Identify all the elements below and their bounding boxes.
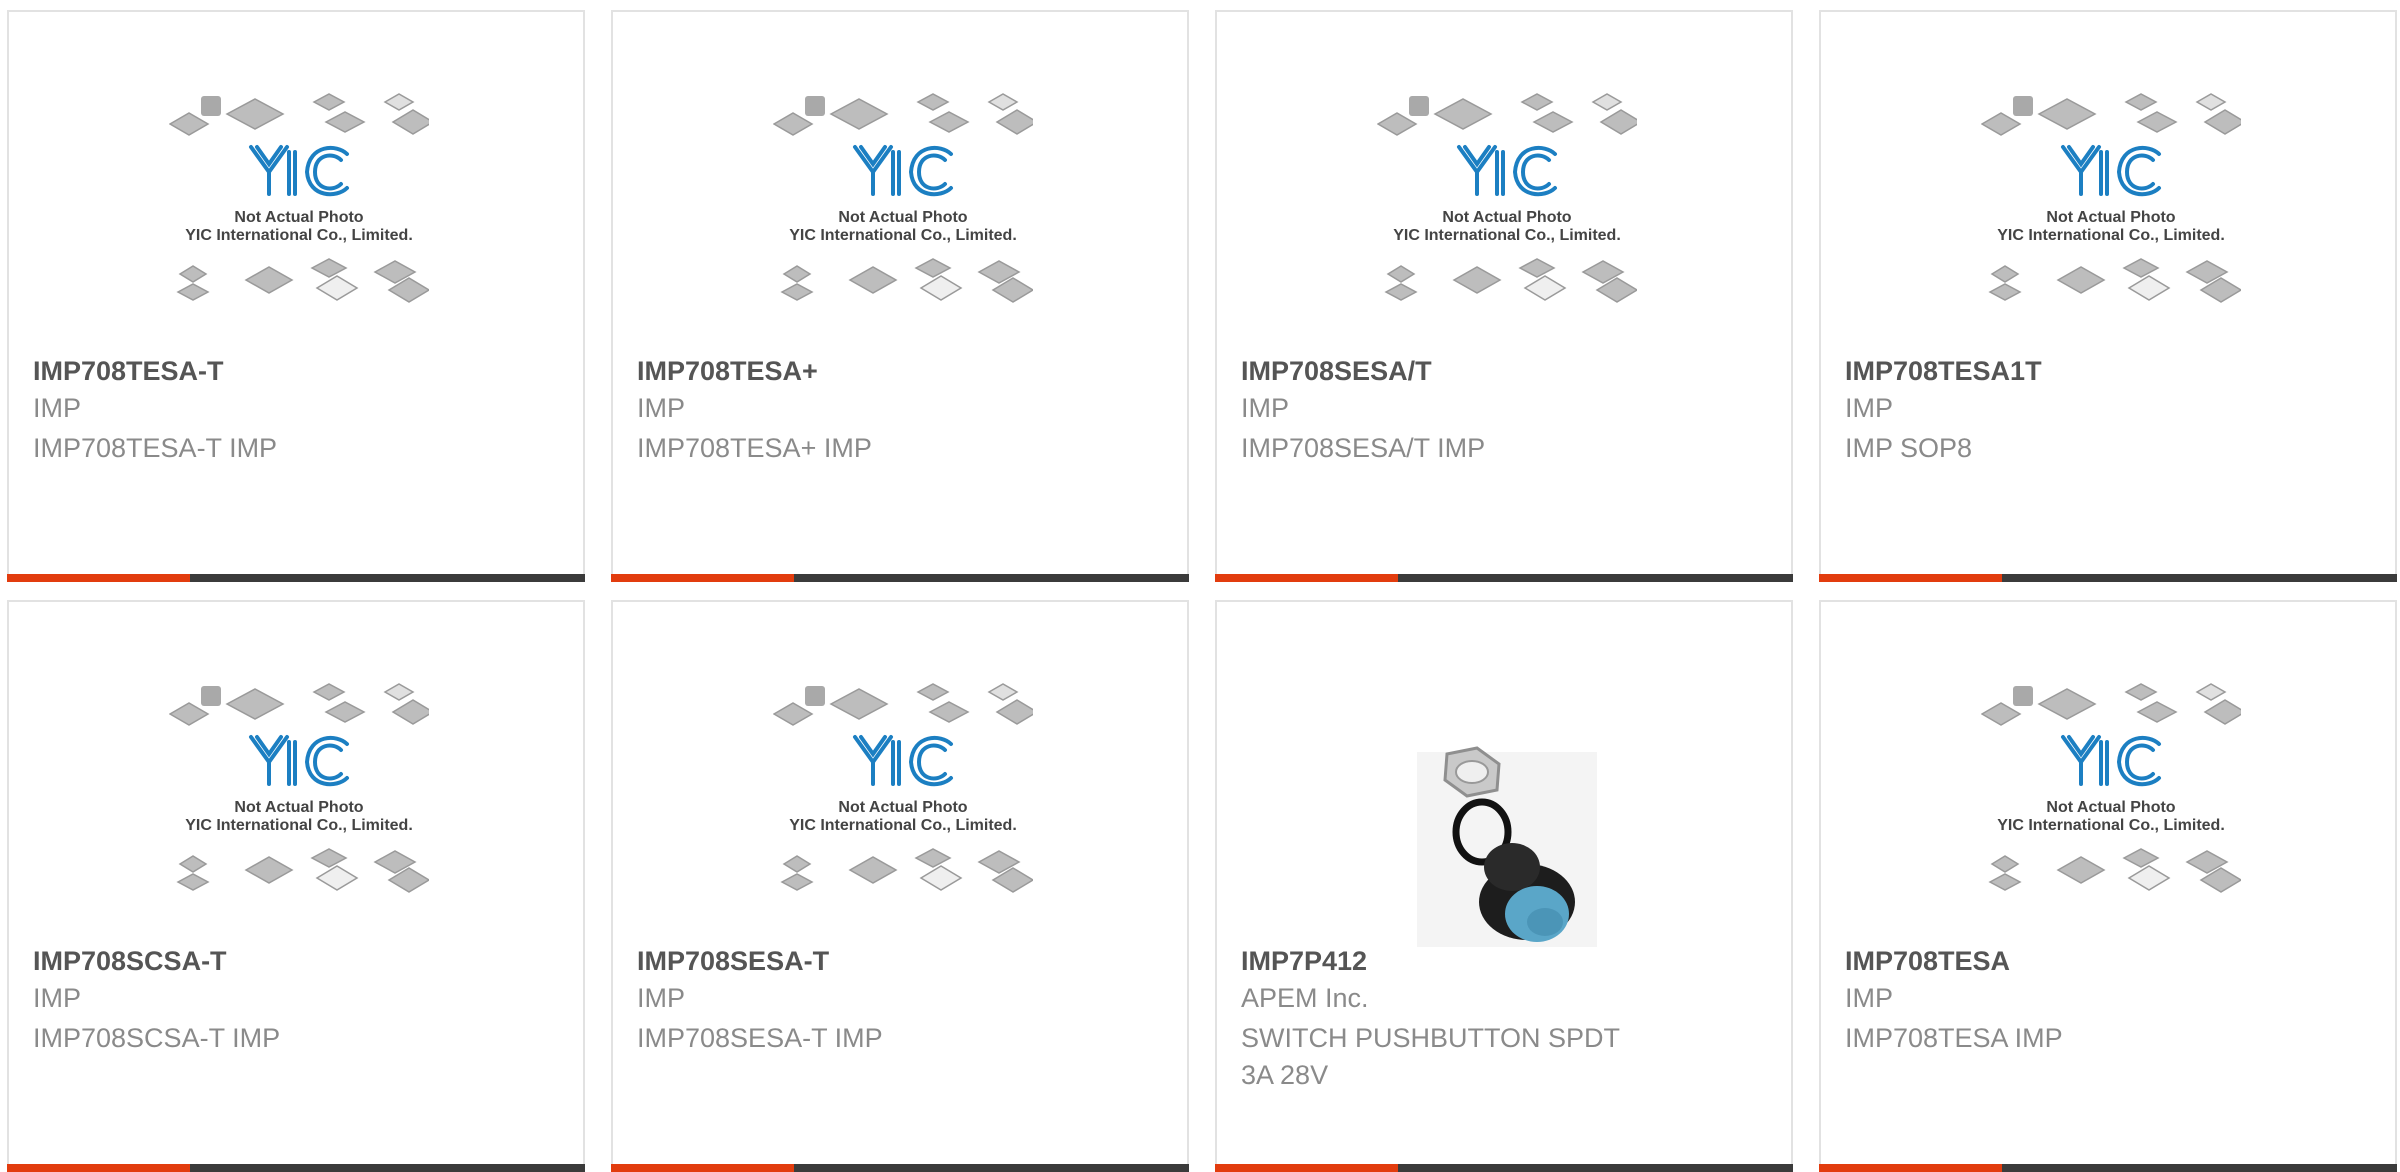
svg-text:Not Actual Photo: Not Actual Photo [838,799,967,816]
manufacturer: IMP [637,393,686,423]
product-description: IMP708TESA-T IMP [33,433,278,463]
card-bottom-bar [1819,1164,2397,1172]
manufacturer: IMP [1845,393,1894,423]
manufacturer: IMP [1845,983,1894,1013]
product-description: IMP708TESA IMP [1845,1023,2063,1053]
svg-text:YIC International Co., Limited: YIC International Co., Limited. [1393,227,1621,244]
card-bottom-bar [1215,574,1793,582]
card-bottom-bar [7,574,585,582]
product-description: IMP SOP8 [1845,433,1973,463]
svg-text:Not Actual Photo: Not Actual Photo [2046,799,2175,816]
svg-text:YIC International Co., Limited: YIC International Co., Limited. [1997,227,2225,244]
product-card[interactable]: Not Actual Photo YIC International Co., L… [1819,600,2397,1172]
manufacturer: APEM Inc. [1241,983,1369,1013]
manufacturer: IMP [1241,393,1290,423]
product-card[interactable]: Not Actual Photo YIC International Co., L… [611,600,1189,1172]
product-description: IMP708SCSA-T IMP [33,1023,281,1053]
product-card[interactable]: Not Actual Photo YIC International Co., L… [611,10,1189,582]
part-number[interactable]: IMP708TESA [1845,946,2010,977]
svg-text:YIC International Co., Limited: YIC International Co., Limited. [789,817,1017,834]
manufacturer: IMP [33,393,82,423]
part-number[interactable]: IMP708TESA-T [33,356,224,387]
card-bottom-bar [611,574,1189,582]
card-bottom-bar [1215,1164,1793,1172]
product-card[interactable]: Not Actual Photo YIC International Co., L… [1215,10,1793,582]
part-number[interactable]: IMP7P412 [1241,946,1367,977]
manufacturer: IMP [33,983,82,1013]
svg-text:YIC International Co., Limited: YIC International Co., Limited. [789,227,1017,244]
manufacturer: IMP [637,983,686,1013]
placeholder-image: Not Actual Photo YIC International Co., L… [1981,92,2241,357]
product-card[interactable]: IMP7P412 APEM Inc. SWITCH PUSHBUTTON SPD… [1215,600,1793,1172]
svg-text:Not Actual Photo: Not Actual Photo [234,209,363,226]
svg-text:Not Actual Photo: Not Actual Photo [234,799,363,816]
product-card[interactable]: Not Actual Photo YIC International Co., L… [1819,10,2397,582]
product-description: IMP708SESA-T IMP [637,1023,883,1053]
product-card[interactable]: Not Actual Photo YIC International Co., L… [7,600,585,1172]
card-bottom-bar [611,1164,1189,1172]
product-description: SWITCH PUSHBUTTON SPDT 3A 28V [1241,1023,1620,1090]
product-description: IMP708SESA/T IMP [1241,433,1486,463]
placeholder-image: Not Actual Photo YIC International Co., L… [169,682,429,947]
placeholder-image: Not Actual Photo YIC International Co., L… [1377,92,1637,357]
card-bottom-bar [7,1164,585,1172]
svg-text:Not Actual Photo: Not Actual Photo [1442,209,1571,226]
part-number[interactable]: IMP708TESA1T [1845,356,2042,387]
part-number[interactable]: IMP708SESA/T [1241,356,1432,387]
placeholder-image: Not Actual Photo YIC International Co., L… [169,92,429,357]
svg-text:YIC International Co., Limited: YIC International Co., Limited. [185,817,413,834]
product-description: IMP708TESA+ IMP [637,433,872,463]
placeholder-image: Not Actual Photo YIC International Co., L… [773,92,1033,357]
card-bottom-bar [1819,574,2397,582]
placeholder-image: Not Actual Photo YIC International Co., L… [773,682,1033,947]
placeholder-image: Not Actual Photo YIC International Co., L… [1981,682,2241,947]
pushbutton-switch-photo [1377,682,1637,947]
svg-text:YIC International Co., Limited: YIC International Co., Limited. [1997,817,2225,834]
part-number[interactable]: IMP708SCSA-T [33,946,227,977]
product-card[interactable]: Not Actual Photo YIC International Co., L… [7,10,585,582]
svg-text:Not Actual Photo: Not Actual Photo [838,209,967,226]
part-number[interactable]: IMP708TESA+ [637,356,818,387]
product-grid: Not Actual Photo YIC International Co., L… [0,0,2400,1172]
svg-text:YIC International Co., Limited: YIC International Co., Limited. [185,227,413,244]
svg-text:Not Actual Photo: Not Actual Photo [2046,209,2175,226]
part-number[interactable]: IMP708SESA-T [637,946,829,977]
